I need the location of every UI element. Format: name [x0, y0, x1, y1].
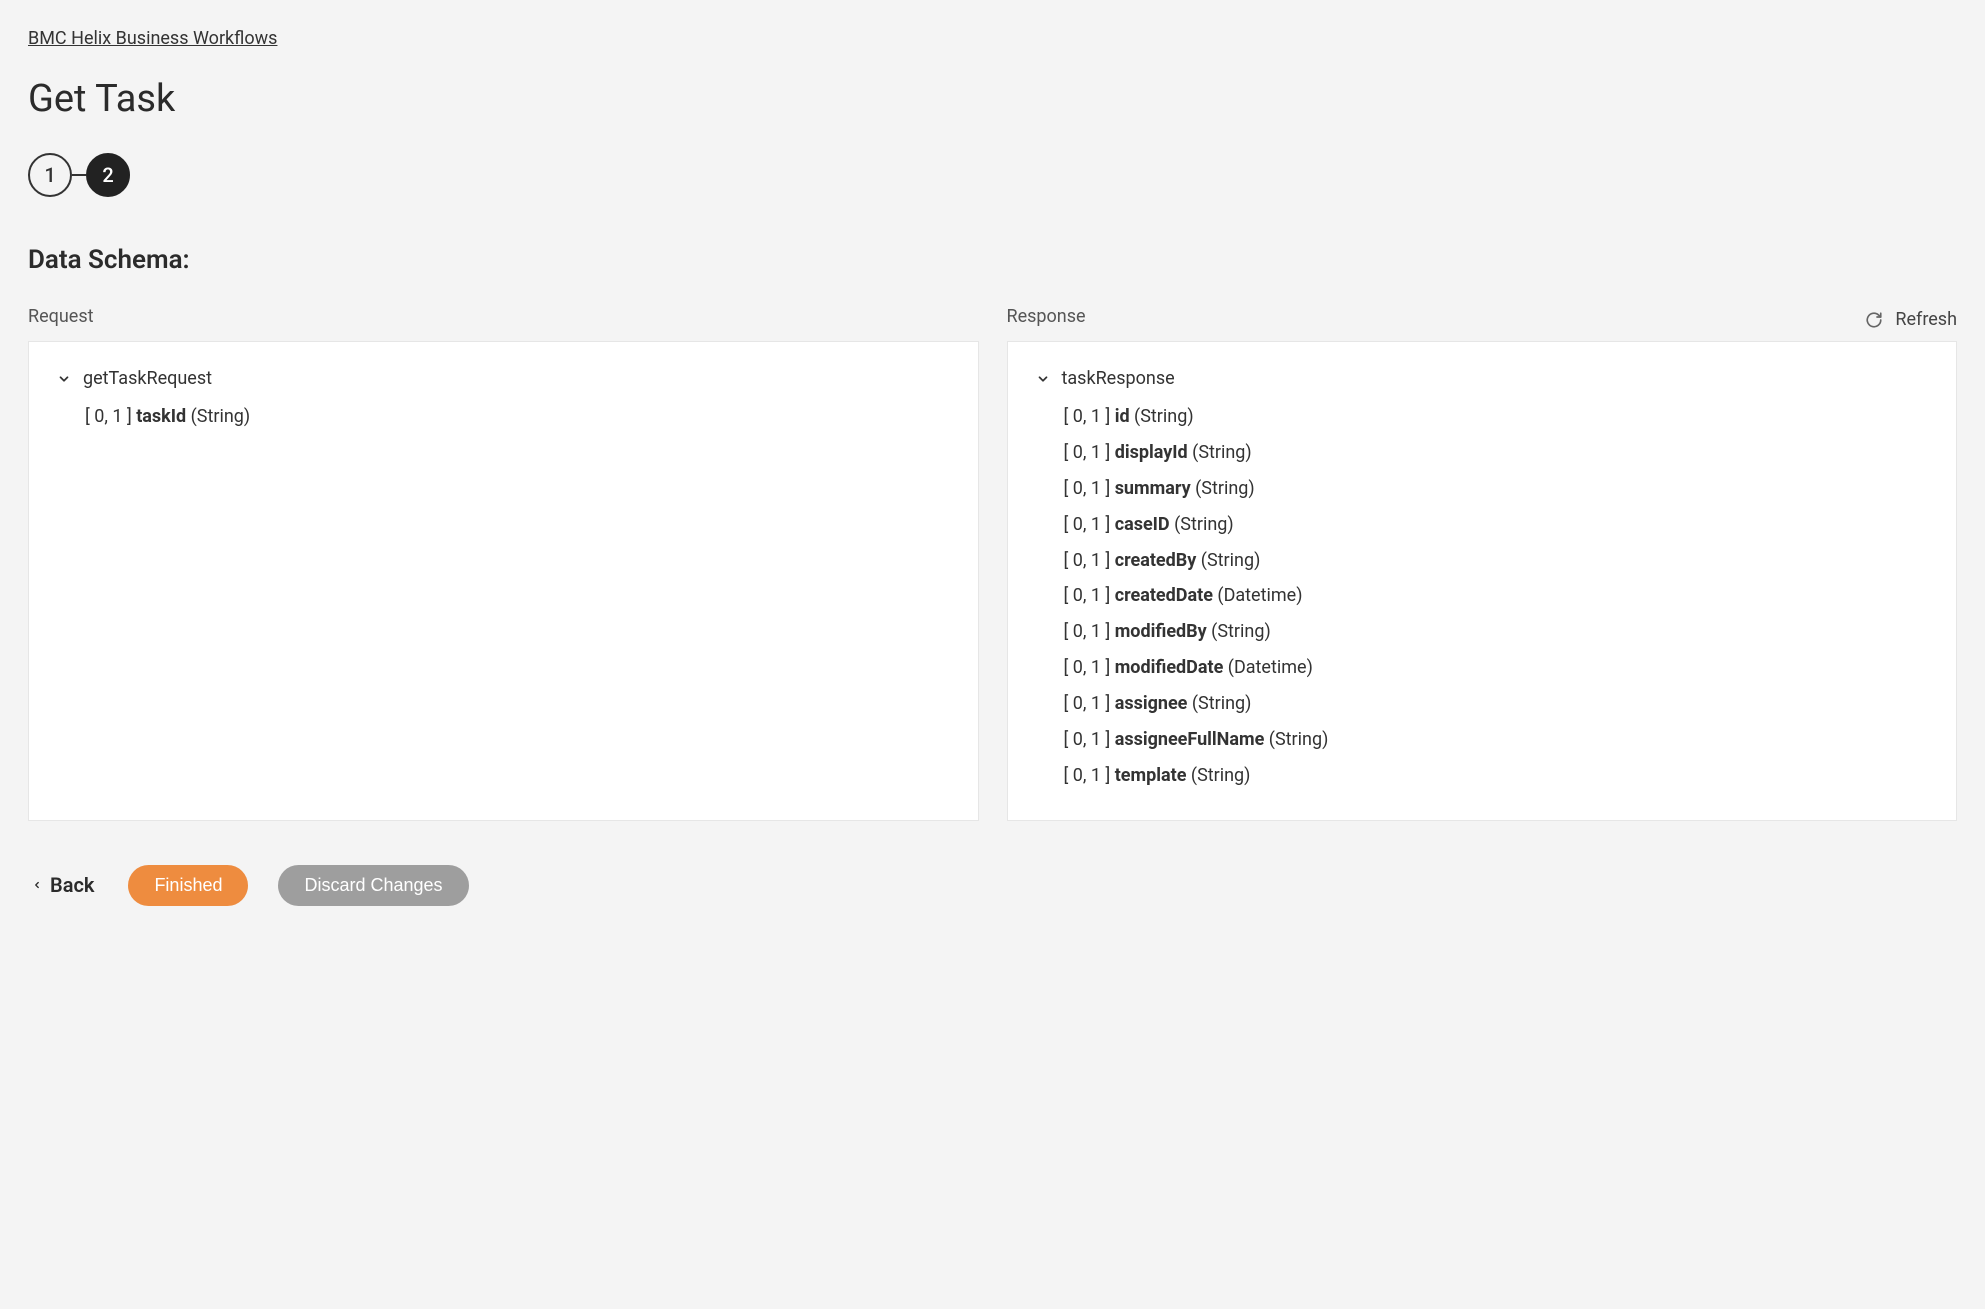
discard-button[interactable]: Discard Changes	[278, 865, 468, 906]
field-cardinality: [ 0, 1 ]	[1064, 585, 1115, 606]
schema-field: [ 0, 1 ] displayId (String)	[1064, 435, 1929, 471]
schema-field: [ 0, 1 ] createdDate (Datetime)	[1064, 578, 1929, 614]
response-root-label: taskResponse	[1062, 368, 1175, 389]
field-cardinality: [ 0, 1 ]	[1064, 693, 1115, 714]
field-type: (String)	[1186, 765, 1250, 786]
page-title: Get Task	[28, 77, 1957, 121]
request-root-label: getTaskRequest	[83, 368, 212, 389]
field-name: taskId	[136, 406, 186, 427]
request-label: Request	[28, 306, 979, 327]
field-name: createdBy	[1115, 550, 1197, 571]
schema-field: [ 0, 1 ] modifiedDate (Datetime)	[1064, 650, 1929, 686]
stepper: 1 2	[28, 153, 1957, 197]
schema-field: [ 0, 1 ] createdBy (String)	[1064, 543, 1929, 579]
field-cardinality: [ 0, 1 ]	[85, 406, 136, 427]
finished-button[interactable]: Finished	[128, 865, 248, 906]
schema-field: [ 0, 1 ] caseID (String)	[1064, 507, 1929, 543]
field-cardinality: [ 0, 1 ]	[1064, 514, 1115, 535]
back-button[interactable]: Back	[28, 873, 98, 897]
field-type: (String)	[1196, 550, 1260, 571]
field-name: modifiedBy	[1115, 621, 1207, 642]
response-fields: [ 0, 1 ] id (String)[ 0, 1 ] displayId (…	[1036, 399, 1929, 794]
field-cardinality: [ 0, 1 ]	[1064, 442, 1115, 463]
field-cardinality: [ 0, 1 ]	[1064, 765, 1115, 786]
field-type: (String)	[1207, 621, 1271, 642]
field-name: id	[1115, 406, 1130, 427]
step-2[interactable]: 2	[86, 153, 130, 197]
response-label: Response	[1007, 306, 1958, 327]
field-cardinality: [ 0, 1 ]	[1064, 621, 1115, 642]
schema-field: [ 0, 1 ] template (String)	[1064, 758, 1929, 794]
field-cardinality: [ 0, 1 ]	[1064, 729, 1115, 750]
field-name: assigneeFullName	[1115, 729, 1265, 750]
chevron-left-icon	[32, 880, 42, 890]
field-type: (String)	[1191, 478, 1255, 499]
request-root[interactable]: getTaskRequest	[57, 368, 950, 389]
breadcrumb[interactable]: BMC Helix Business Workflows	[28, 28, 277, 49]
field-type: (String)	[186, 406, 250, 427]
field-cardinality: [ 0, 1 ]	[1064, 657, 1115, 678]
field-cardinality: [ 0, 1 ]	[1064, 406, 1115, 427]
back-label: Back	[50, 873, 94, 897]
field-type: (Datetime)	[1213, 585, 1303, 606]
schema-field: [ 0, 1 ] assignee (String)	[1064, 686, 1929, 722]
response-panel: taskResponse [ 0, 1 ] id (String)[ 0, 1 …	[1007, 341, 1958, 821]
step-connector	[72, 174, 86, 176]
field-name: template	[1115, 765, 1187, 786]
field-name: summary	[1115, 478, 1191, 499]
field-cardinality: [ 0, 1 ]	[1064, 550, 1115, 571]
schema-field: [ 0, 1 ] id (String)	[1064, 399, 1929, 435]
field-name: createdDate	[1115, 585, 1213, 606]
field-name: caseID	[1115, 514, 1170, 535]
field-type: (Datetime)	[1223, 657, 1313, 678]
field-type: (String)	[1130, 406, 1194, 427]
response-root[interactable]: taskResponse	[1036, 368, 1929, 389]
field-type: (String)	[1264, 729, 1328, 750]
field-name: displayId	[1115, 442, 1188, 463]
field-name: modifiedDate	[1115, 657, 1224, 678]
schema-field: [ 0, 1 ] modifiedBy (String)	[1064, 614, 1929, 650]
schema-field: [ 0, 1 ] summary (String)	[1064, 471, 1929, 507]
field-type: (String)	[1170, 514, 1234, 535]
section-title: Data Schema:	[28, 245, 1957, 275]
schema-field: [ 0, 1 ] taskId (String)	[85, 399, 950, 435]
schema-field: [ 0, 1 ] assigneeFullName (String)	[1064, 722, 1929, 758]
field-type: (String)	[1188, 442, 1252, 463]
field-type: (String)	[1187, 693, 1251, 714]
chevron-down-icon	[1036, 372, 1050, 386]
field-name: assignee	[1115, 693, 1188, 714]
request-fields: [ 0, 1 ] taskId (String)	[57, 399, 950, 435]
chevron-down-icon	[57, 372, 71, 386]
field-cardinality: [ 0, 1 ]	[1064, 478, 1115, 499]
step-1[interactable]: 1	[28, 153, 72, 197]
request-panel: getTaskRequest [ 0, 1 ] taskId (String)	[28, 341, 979, 821]
